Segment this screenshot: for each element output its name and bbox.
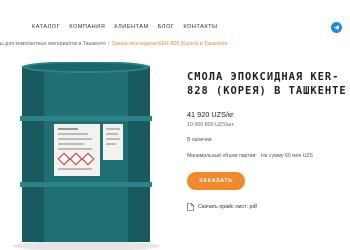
nav-item-catalog[interactable]: Каталог bbox=[32, 24, 60, 30]
telegram-glyph bbox=[333, 25, 340, 31]
breadcrumb-current: Смола эпоксидная KER-828 (Корея) в Ташке… bbox=[111, 41, 228, 47]
price-per-kg: 41 920 UZS/кг bbox=[187, 110, 234, 119]
pricelist-label: Скачать прайс-лист: pdf bbox=[198, 204, 257, 210]
order-button[interactable]: Заказать bbox=[187, 172, 245, 190]
product-title: Смола эпоксидная KER-828 (Корея) в Ташке… bbox=[187, 71, 347, 97]
nav-item-company[interactable]: Компания bbox=[69, 24, 105, 30]
top-navigation: Каталог Компания Клиентам Блог Контакты bbox=[0, 0, 350, 62]
nav-menu: Каталог Компания Клиентам Блог Контакты bbox=[32, 24, 218, 30]
breadcrumb: ы для композитных материалов в Ташкенте /… bbox=[0, 41, 227, 47]
product-image-barrel bbox=[12, 62, 160, 250]
availability-status: В наличии bbox=[187, 137, 212, 143]
price-per-unit: 10 060 800 UZS/шт. bbox=[187, 122, 235, 128]
file-icon bbox=[187, 203, 194, 211]
min-order-label: Минимальный объем партии: bbox=[187, 153, 257, 159]
nav-item-contacts[interactable]: Контакты bbox=[183, 24, 217, 30]
download-pricelist-link[interactable]: Скачать прайс-лист: pdf bbox=[187, 203, 257, 211]
nav-item-blog[interactable]: Блог bbox=[158, 24, 175, 30]
telegram-icon[interactable] bbox=[331, 22, 342, 33]
nav-item-clients[interactable]: Клиентам bbox=[114, 24, 148, 30]
breadcrumb-parent-link[interactable]: ы для композитных материалов в Ташкенте bbox=[0, 41, 106, 47]
min-order-value: На сумму 60 млн UZS bbox=[261, 153, 313, 159]
